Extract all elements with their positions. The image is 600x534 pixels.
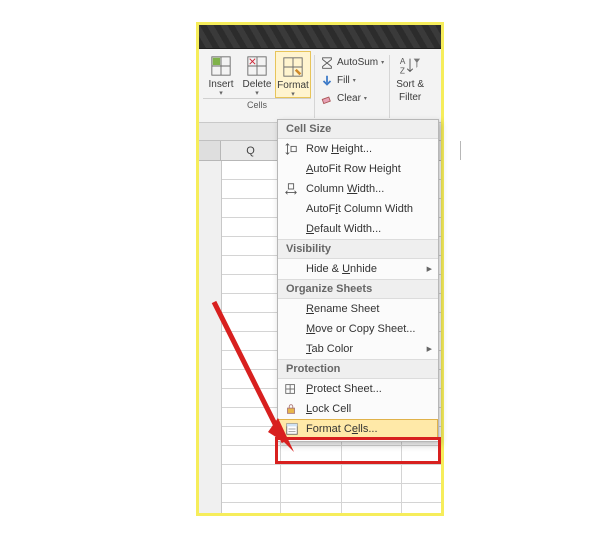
ribbon-editing-stack: AutoSum ▾ Fill ▾ Clear ▾ xyxy=(318,51,386,122)
ribbon-separator xyxy=(314,55,315,118)
group-label-cells: Cells xyxy=(203,98,311,111)
menu-item-default-width[interactable]: Default Width... xyxy=(278,219,438,239)
menu-section-protection: Protection xyxy=(278,359,438,379)
protect-sheet-icon xyxy=(284,382,298,396)
insert-label: Insert xyxy=(208,79,233,90)
chevron-down-icon: ▾ xyxy=(255,92,259,96)
format-cells-dialog-icon xyxy=(285,422,299,436)
menu-item-rename-sheet[interactable]: Rename Sheet xyxy=(278,299,438,319)
chevron-down-icon: ▾ xyxy=(381,59,384,66)
menu-label: Rename Sheet xyxy=(306,303,379,315)
menu-item-move-copy-sheet[interactable]: Move or Copy Sheet... xyxy=(278,319,438,339)
format-dropdown-menu: Cell Size Row Height... AutoFit Row Heig… xyxy=(277,119,439,442)
eraser-icon xyxy=(320,92,334,106)
ribbon-separator xyxy=(389,55,390,118)
insert-cells-icon xyxy=(210,55,232,77)
format-cells-icon xyxy=(282,56,304,78)
format-button[interactable]: Format ▾ xyxy=(275,51,311,98)
menu-label: AutoFit Row Height xyxy=(306,163,401,175)
menu-label: AutoFit Column Width xyxy=(306,203,413,215)
column-letter: Q xyxy=(246,145,255,157)
chevron-down-icon: ▾ xyxy=(364,95,367,102)
menu-item-row-height[interactable]: Row Height... xyxy=(278,139,438,159)
menu-label: Format Cells... xyxy=(306,423,378,435)
row-height-icon xyxy=(284,142,298,156)
fill-down-icon xyxy=(320,74,334,88)
format-label: Format xyxy=(277,80,309,91)
menu-label: Row Height... xyxy=(306,143,372,155)
chevron-down-icon: ▾ xyxy=(353,77,356,84)
chevron-down-icon: ▾ xyxy=(219,92,223,96)
sigma-icon xyxy=(320,56,334,70)
menu-item-lock-cell[interactable]: Lock Cell xyxy=(278,399,438,419)
menu-item-protect-sheet[interactable]: Protect Sheet... xyxy=(278,379,438,399)
lock-icon xyxy=(284,402,298,416)
fill-button[interactable]: Fill ▾ xyxy=(318,72,386,89)
column-width-icon xyxy=(284,182,298,196)
menu-label: Hide & Unhide xyxy=(306,263,377,275)
sort-filter-button[interactable]: A Z Sort & Filter xyxy=(393,51,427,122)
ribbon-group-cells: Insert ▾ Delete ▾ Format ▾ Cells xyxy=(203,51,311,122)
menu-item-column-width[interactable]: Column Width... xyxy=(278,179,438,199)
fill-label: Fill xyxy=(337,75,350,86)
sort-filter-label-2: Filter xyxy=(399,92,421,103)
menu-label: Lock Cell xyxy=(306,403,351,415)
menu-section-cell-size: Cell Size xyxy=(278,120,438,139)
menu-label: Protect Sheet... xyxy=(306,383,382,395)
menu-label: Move or Copy Sheet... xyxy=(306,323,415,335)
menu-item-tab-color[interactable]: Tab Color ▶ xyxy=(278,339,438,359)
sort-filter-icon: A Z xyxy=(399,55,421,77)
delete-cells-icon xyxy=(246,55,268,77)
svg-text:Z: Z xyxy=(400,66,405,75)
autosum-button[interactable]: AutoSum ▾ xyxy=(318,54,386,71)
column-header[interactable]: Q xyxy=(221,141,281,160)
menu-item-hide-unhide[interactable]: Hide & Unhide ▶ xyxy=(278,259,438,279)
autosum-label: AutoSum xyxy=(337,57,378,68)
menu-label: Default Width... xyxy=(306,223,381,235)
window-titlebar xyxy=(199,25,441,49)
delete-button[interactable]: Delete ▾ xyxy=(239,51,275,98)
submenu-arrow-icon: ▶ xyxy=(427,265,432,273)
chevron-down-icon: ▾ xyxy=(291,93,295,97)
select-all-corner[interactable] xyxy=(199,141,221,160)
svg-text:A: A xyxy=(400,57,406,66)
menu-section-organize: Organize Sheets xyxy=(278,279,438,299)
delete-label: Delete xyxy=(243,79,272,90)
submenu-arrow-icon: ▶ xyxy=(427,345,432,353)
menu-item-autofit-column-width[interactable]: AutoFit Column Width xyxy=(278,199,438,219)
clear-button[interactable]: Clear ▾ xyxy=(318,90,386,107)
ribbon: Insert ▾ Delete ▾ Format ▾ Cells xyxy=(199,49,441,123)
clear-label: Clear xyxy=(337,93,361,104)
insert-button[interactable]: Insert ▾ xyxy=(203,51,239,98)
menu-item-format-cells[interactable]: Format Cells... xyxy=(278,419,438,439)
menu-item-autofit-row-height[interactable]: AutoFit Row Height xyxy=(278,159,438,179)
menu-label: Tab Color xyxy=(306,343,353,355)
sort-filter-label-1: Sort & xyxy=(396,79,424,90)
menu-label: Column Width... xyxy=(306,183,384,195)
menu-section-visibility: Visibility xyxy=(278,239,438,259)
